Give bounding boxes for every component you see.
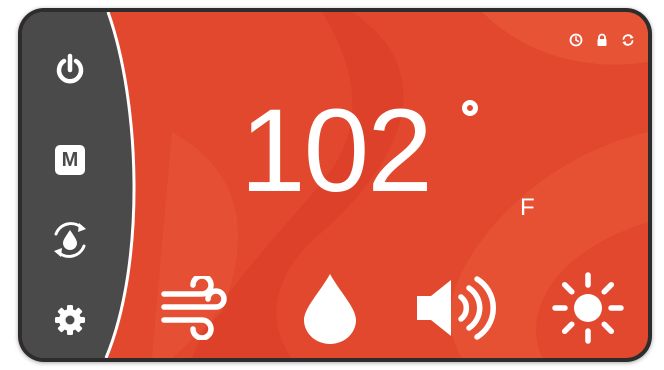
power-icon	[53, 53, 87, 92]
clock-icon	[568, 32, 584, 48]
wind-icon	[158, 272, 230, 345]
gear-icon	[53, 303, 87, 342]
lock-icon	[594, 32, 610, 48]
fan-button[interactable]	[154, 272, 234, 346]
thermostat-device: M 102 F	[18, 8, 652, 362]
power-button[interactable]	[44, 46, 96, 98]
speaker-icon	[413, 273, 499, 348]
temperature-value: 102	[240, 85, 433, 217]
degree-symbol	[462, 100, 478, 116]
water-drop-icon	[300, 272, 360, 349]
mode-button[interactable]: M	[44, 134, 96, 186]
refresh-icon	[620, 32, 636, 48]
water-cycle-icon	[50, 220, 90, 265]
mode-icon: M	[55, 145, 85, 175]
light-button[interactable]	[548, 271, 628, 346]
status-bar	[568, 32, 636, 48]
sun-icon	[551, 271, 625, 350]
temperature-unit: F	[520, 194, 535, 221]
thermostat-screen: M 102 F	[22, 12, 648, 358]
water-cycle-button[interactable]	[44, 216, 96, 268]
settings-button[interactable]	[44, 296, 96, 348]
sound-button[interactable]	[416, 274, 496, 346]
humidity-button[interactable]	[290, 272, 370, 349]
